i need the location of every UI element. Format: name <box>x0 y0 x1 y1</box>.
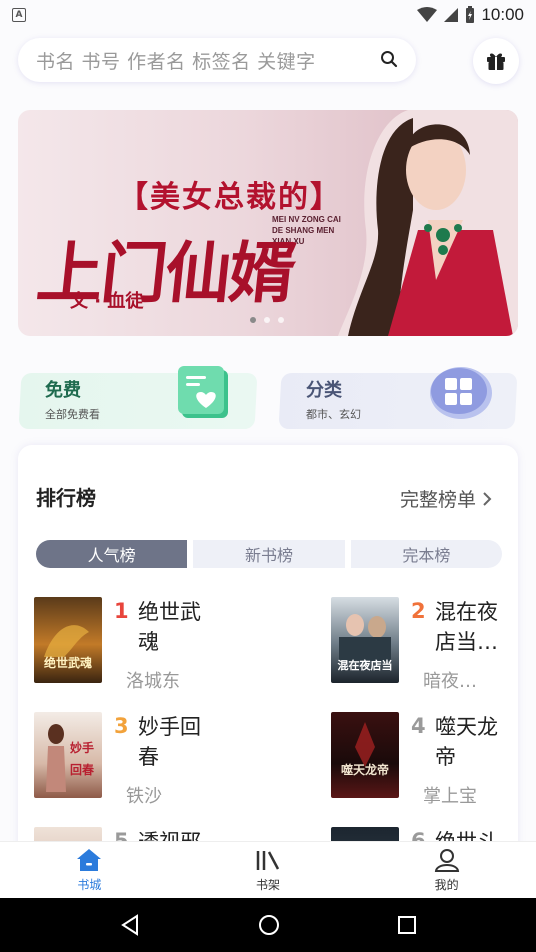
signal-icon <box>444 8 459 22</box>
category-grid-icon <box>430 367 492 419</box>
list-item[interactable]: 噬天龙帝 4 噬天龙帝 掌上宝 <box>331 712 531 812</box>
system-nav-bar <box>0 898 536 952</box>
ranking-tabs: 人气榜 新书榜 完本榜 <box>36 540 502 568</box>
book-rank: 2 <box>411 599 426 623</box>
battery-icon <box>466 6 475 23</box>
list-item[interactable]: 6 绝世斗 <box>331 827 531 841</box>
book-cover-art: 妙手 回春 <box>46 724 95 792</box>
gift-icon <box>487 53 505 70</box>
book-cover <box>34 827 102 841</box>
back-icon[interactable] <box>119 914 141 936</box>
banner-dot[interactable] <box>250 317 256 323</box>
book-rank: 6 <box>411 829 426 841</box>
book-cover-art: 混在夜店当 <box>338 614 393 672</box>
status-time: 10:00 <box>481 5 524 24</box>
book-title: 妙手回春 <box>138 715 201 769</box>
tab-completed[interactable]: 完本榜 <box>350 540 502 568</box>
banner-dot[interactable] <box>278 317 284 323</box>
tab-new[interactable]: 新书榜 <box>193 540 345 568</box>
svg-text:绝世武魂: 绝世武魂 <box>44 655 92 670</box>
bookshelf-icon <box>256 851 280 870</box>
list-item[interactable]: 绝世武魂 1 绝世武魂 洛城东 <box>34 597 234 697</box>
book-author: 铁沙 <box>126 786 162 807</box>
book-author: 暗夜… <box>423 671 477 692</box>
book-author: 洛城东 <box>126 671 180 692</box>
search-input[interactable]: 书名 书号 作者名 标签名 关键字 <box>18 38 416 82</box>
full-ranking-label: 完整榜单 <box>400 489 477 511</box>
app-notification-icon: A <box>12 8 26 22</box>
list-item[interactable]: 混在夜店当 2 混在夜店当… 暗夜… <box>331 597 531 697</box>
book-title: 透视邪 <box>138 827 216 841</box>
wifi-icon <box>417 7 438 22</box>
book-cover: 绝世武魂 <box>34 597 102 683</box>
book-title: 混在夜店当… <box>435 600 498 654</box>
search-row: 书名 书号 作者名 标签名 关键字 <box>0 36 536 88</box>
recents-icon[interactable] <box>397 915 417 935</box>
book-cover <box>331 827 399 841</box>
user-icon <box>434 849 459 872</box>
book-rank: 1 <box>114 599 129 623</box>
book-title: 噬天龙帝 <box>435 715 498 769</box>
category-entry-title: 分类 <box>306 380 342 401</box>
status-right: 10:00 <box>417 5 524 25</box>
book-cover: 妙手 回春 <box>34 712 102 798</box>
svg-text:回春: 回春 <box>70 762 95 777</box>
book-cover: 混在夜店当 <box>331 597 399 683</box>
book-rank: 3 <box>114 714 129 738</box>
nav-label: 书架 <box>256 878 281 892</box>
banner-subtitle: 【美女总裁的】 <box>118 180 342 215</box>
home-icon <box>77 849 102 871</box>
search-icon[interactable] <box>380 50 398 68</box>
free-entry-subtitle: 全部免费看 <box>45 408 100 421</box>
free-entry-title: 免费 <box>45 380 81 401</box>
tab-popular[interactable]: 人气榜 <box>36 540 188 568</box>
home-circle-icon[interactable] <box>258 914 280 936</box>
full-ranking-link[interactable]: 完整榜单 <box>400 485 492 512</box>
status-bar: A 10:00 <box>0 0 536 30</box>
chevron-right-icon <box>483 491 492 506</box>
banner-pagination <box>250 317 284 323</box>
book-title: 绝世武魂 <box>138 600 201 654</box>
book-cover-art: 绝世武魂 <box>44 625 92 670</box>
book-rank: 5 <box>114 829 129 841</box>
nav-profile[interactable]: 我的 <box>357 842 536 898</box>
nav-bookshelf[interactable]: 书架 <box>179 842 358 898</box>
category-entry-subtitle: 都市、玄幻 <box>306 408 361 421</box>
book-cover-art: 噬天龙帝 <box>341 722 389 777</box>
free-book-icon <box>178 366 228 418</box>
banner-author: 文 · 血徒 <box>70 291 144 312</box>
gift-button[interactable] <box>473 38 519 84</box>
nav-bookstore[interactable]: 书城 <box>0 842 179 898</box>
nav-label: 书城 <box>77 878 102 892</box>
list-item[interactable]: 5 透视邪 <box>34 827 234 841</box>
book-rank: 4 <box>411 714 426 738</box>
book-author: 掌上宝 <box>423 786 477 807</box>
svg-text:噬天龙帝: 噬天龙帝 <box>341 762 389 777</box>
book-cover: 噬天龙帝 <box>331 712 399 798</box>
bottom-nav: 书城 书架 我的 <box>0 841 536 898</box>
nav-label: 我的 <box>434 878 459 892</box>
svg-text:妙手: 妙手 <box>70 740 94 755</box>
search-placeholder: 书名 书号 作者名 标签名 关键字 <box>36 50 316 73</box>
svg-text:混在夜店当: 混在夜店当 <box>338 658 393 672</box>
banner-dot[interactable] <box>264 317 270 323</box>
list-item[interactable]: 妙手 回春 3 妙手回春 铁沙 <box>34 712 234 812</box>
ranking-title: 排行榜 <box>36 486 96 510</box>
book-title: 绝世斗 <box>435 827 513 841</box>
promo-banner[interactable]: 【美女总裁的】 MEI NV ZONG CAI DE SHANG MEN XIA… <box>18 110 518 336</box>
